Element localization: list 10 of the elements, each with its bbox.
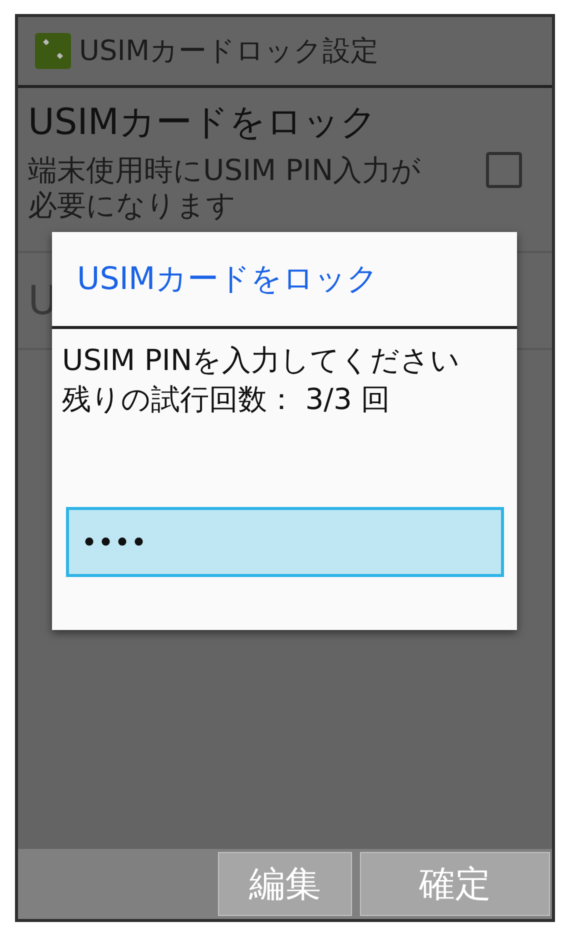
- attempts-text: 残りの試行回数： 3/3 回: [62, 381, 392, 418]
- pin-input-field[interactable]: ••••: [66, 507, 504, 578]
- screen-title: USIMカードロック設定: [79, 33, 379, 69]
- setting-summary: 端末使用時にUSIM PIN入力が必要になります: [28, 152, 422, 222]
- soft-key-button[interactable]: 確定: [360, 852, 550, 916]
- checkbox[interactable]: [486, 152, 522, 188]
- setting-title: USIMカードをロック: [28, 101, 378, 145]
- dialog-message: USIM PINを入力してください: [62, 342, 462, 379]
- soft-key-button[interactable]: 編集: [218, 852, 352, 916]
- dialog-title: USIMカードをロック: [77, 260, 378, 299]
